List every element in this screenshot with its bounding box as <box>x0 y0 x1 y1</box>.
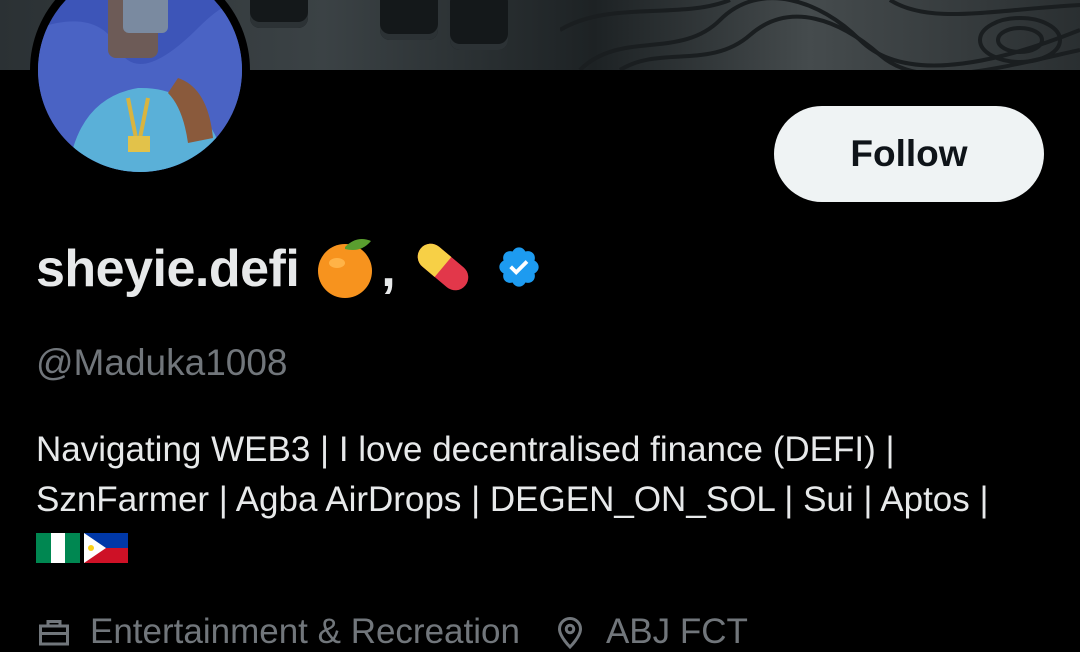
bio-line: Navigating WEB3 | I love decentralised f… <box>36 430 895 469</box>
location-text: ABJ FCT <box>605 612 748 651</box>
banner-key-shape <box>380 0 438 40</box>
banner-key-shape <box>450 0 508 50</box>
profile-bio: Navigating WEB3 | I love decentralised f… <box>36 425 1056 563</box>
nigeria-flag-icon <box>36 533 80 563</box>
follow-button[interactable]: Follow <box>774 106 1044 202</box>
banner-key-shape <box>250 0 308 28</box>
verified-badge-icon[interactable] <box>496 244 542 295</box>
bio-line: SznFarmer | Agba AirDrops | DEGEN_ON_SOL… <box>36 480 989 519</box>
name-separator: , <box>381 240 396 298</box>
profile-meta: Entertainment & Recreation ABJ FCT <box>36 612 780 652</box>
bio-flags <box>36 533 1056 563</box>
location-pin-icon <box>557 617 582 650</box>
briefcase-icon <box>39 620 69 646</box>
tangerine-emoji <box>311 235 379 304</box>
avatar-image <box>38 0 242 172</box>
pill-emoji <box>408 232 478 307</box>
avatar[interactable] <box>30 0 250 180</box>
category-text: Entertainment & Recreation <box>90 612 520 651</box>
profile-location: ABJ FCT <box>552 612 748 652</box>
display-name: sheyie.defi <box>36 240 300 298</box>
profile-handle: @Maduka1008 <box>36 342 288 383</box>
display-name-row: sheyie.defi , <box>36 232 542 306</box>
topographic-pattern <box>560 0 1080 70</box>
profile-category: Entertainment & Recreation <box>36 612 520 652</box>
philippines-flag-icon <box>84 533 128 563</box>
